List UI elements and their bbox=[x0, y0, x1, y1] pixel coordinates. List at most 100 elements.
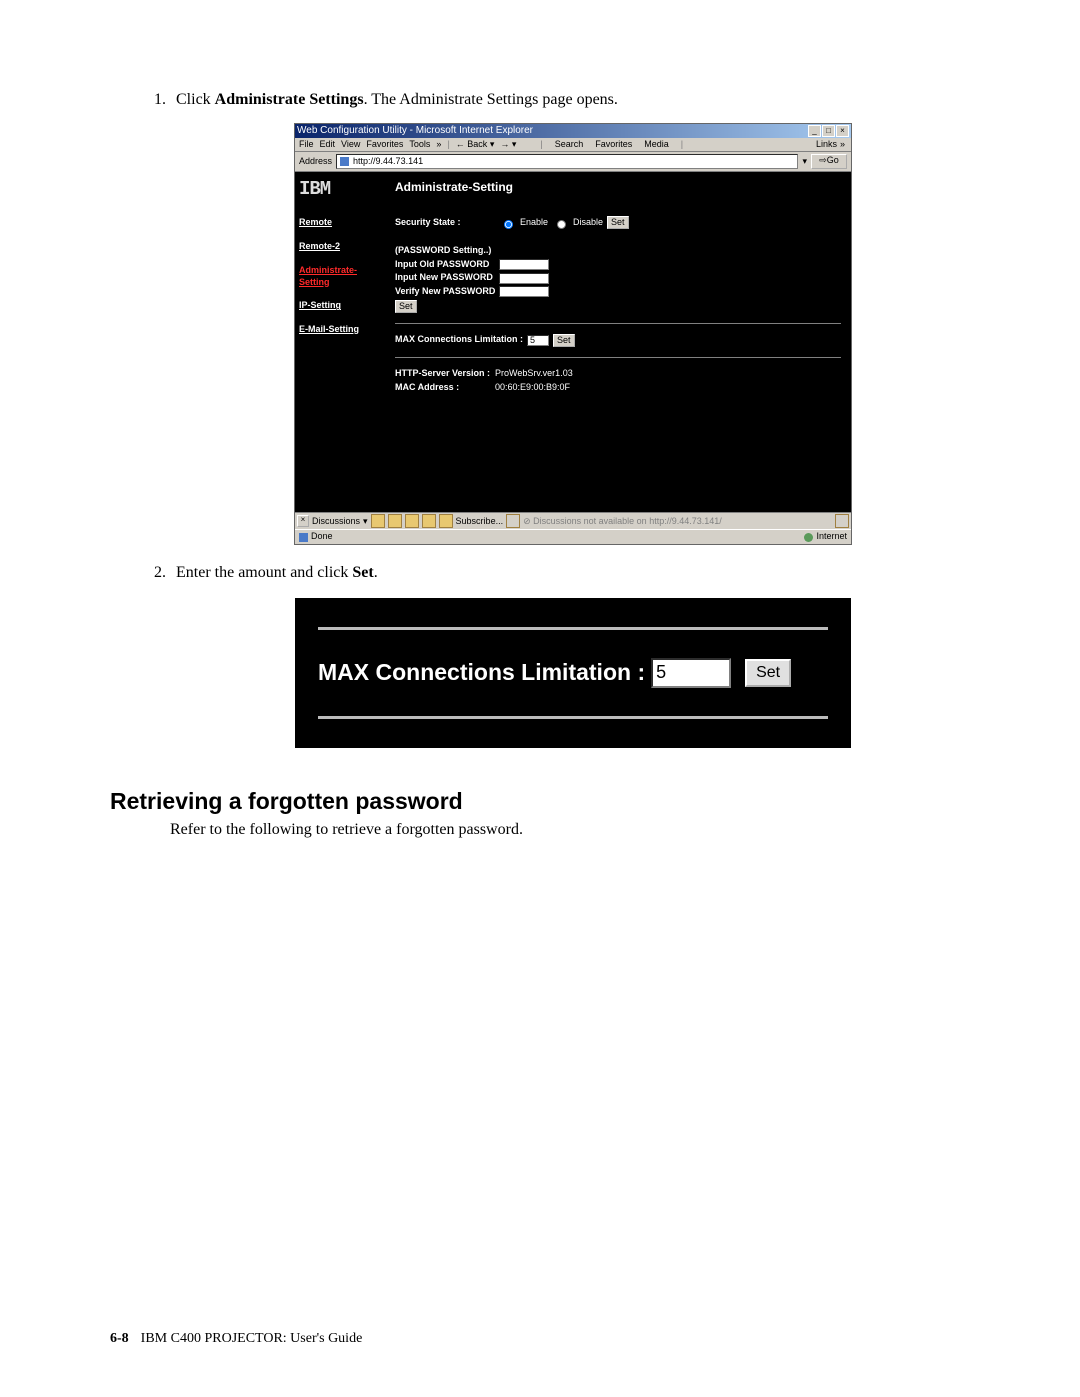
sidebar-item-ip-setting[interactable]: IP-Setting bbox=[299, 300, 381, 312]
ie-page-favicon bbox=[339, 156, 350, 167]
close-icon[interactable]: × bbox=[836, 125, 849, 137]
step-2-prefix: Enter the amount and click bbox=[176, 564, 352, 581]
footer-title: IBM C400 PROJECTOR: User's Guide bbox=[141, 1331, 363, 1346]
zoom-screenshot: MAX Connections Limitation : Set bbox=[295, 598, 851, 748]
address-label: Address bbox=[299, 156, 332, 168]
toolbar-media-label[interactable]: Media bbox=[644, 139, 669, 151]
zoom-max-conn-label: MAX Connections Limitation : bbox=[318, 658, 645, 688]
divider-1 bbox=[395, 323, 841, 324]
ie-addressbar: Address http://9.44.73.141 ▾ ⇨Go bbox=[295, 152, 851, 172]
section-body: Refer to the following to retrieve a for… bbox=[170, 821, 970, 839]
mac-address-value: 00:60:E9:00:B9:0F bbox=[495, 382, 570, 394]
toolbar-favorites-label[interactable]: Favorites bbox=[595, 139, 632, 151]
step-1-bold: Administrate Settings bbox=[215, 91, 364, 108]
step-1: Click Administrate Settings. The Adminis… bbox=[170, 90, 970, 545]
menu-view[interactable]: View bbox=[341, 139, 360, 151]
discussions-icon-3[interactable] bbox=[405, 514, 419, 528]
toolbar-forward-icon[interactable]: → ▾ bbox=[500, 139, 516, 151]
discussions-bar: × Discussions▾ Subscribe... ⊘ Discussion… bbox=[295, 512, 851, 529]
new-password-label: Input New PASSWORD bbox=[395, 272, 495, 284]
new-password-input[interactable] bbox=[499, 273, 549, 284]
menu-favorites[interactable]: Favorites bbox=[366, 139, 403, 151]
discussions-label[interactable]: Discussions bbox=[312, 516, 360, 528]
max-conn-label: MAX Connections Limitation : bbox=[395, 334, 523, 346]
address-dropdown-icon[interactable]: ▾ bbox=[802, 156, 807, 168]
sidebar-item-remote-2[interactable]: Remote-2 bbox=[299, 241, 381, 253]
ie-menubar: File Edit View Favorites Tools » | ← Bac… bbox=[295, 138, 851, 153]
zoom-max-conn-input[interactable] bbox=[651, 658, 731, 688]
toolbar-links[interactable]: Links » bbox=[816, 139, 848, 151]
discussions-right-icon[interactable] bbox=[835, 514, 849, 528]
status-zone-icon bbox=[804, 533, 813, 542]
toolbar-back-label[interactable]: ← Back ▾ bbox=[456, 139, 495, 151]
http-version-row: HTTP-Server Version : ProWebSrv.ver1.03 bbox=[395, 368, 841, 380]
discussions-icon-1[interactable] bbox=[371, 514, 385, 528]
config-main: Administrate-Setting Security State : En… bbox=[385, 172, 851, 512]
sidebar-item-administrate-setting[interactable]: Administrate-Setting bbox=[299, 265, 381, 288]
ie-statusbar: Done Internet bbox=[295, 529, 851, 544]
discussions-close-icon[interactable]: × bbox=[297, 515, 309, 527]
security-state-label: Security State : bbox=[395, 217, 495, 229]
go-button[interactable]: ⇨Go bbox=[811, 154, 847, 169]
mac-address-row: MAC Address : 00:60:E9:00:B9:0F bbox=[395, 382, 841, 394]
security-disable-radio[interactable] bbox=[557, 220, 566, 229]
page-number: 6-8 bbox=[110, 1331, 129, 1346]
discussions-icon-6[interactable] bbox=[506, 514, 520, 528]
sidebar-item-email-setting[interactable]: E-Mail-Setting bbox=[299, 324, 381, 336]
status-done: Done bbox=[311, 531, 333, 543]
max-conn-input[interactable] bbox=[527, 335, 549, 346]
status-page-icon bbox=[299, 533, 308, 542]
zoom-divider-bottom bbox=[318, 716, 828, 719]
menu-file[interactable]: File bbox=[299, 139, 314, 151]
http-version-value: ProWebSrv.ver1.03 bbox=[495, 368, 573, 380]
verify-password-input[interactable] bbox=[499, 286, 549, 297]
ie-titlebar: Web Configuration Utility - Microsoft In… bbox=[295, 124, 851, 138]
step-2: Enter the amount and click Set. MAX Conn… bbox=[170, 563, 970, 748]
security-enable-text: Enable bbox=[520, 217, 548, 229]
password-set-button[interactable]: Set bbox=[395, 300, 417, 313]
menu-tools[interactable]: Tools bbox=[409, 139, 430, 151]
password-section-label: (PASSWORD Setting..) bbox=[395, 245, 841, 257]
security-enable-radio[interactable] bbox=[504, 220, 513, 229]
discussions-icon-5[interactable] bbox=[439, 514, 453, 528]
step-1-suffix: . The Administrate Settings page opens. bbox=[364, 91, 618, 108]
security-set-button[interactable]: Set bbox=[607, 216, 629, 229]
ie-content-area: IBM Remote Remote-2 Administrate-Setting… bbox=[295, 172, 851, 512]
verify-password-label: Verify New PASSWORD bbox=[395, 286, 495, 298]
menu-edit[interactable]: Edit bbox=[320, 139, 336, 151]
page-title: Administrate-Setting bbox=[395, 180, 841, 196]
section-heading: Retrieving a forgotten password bbox=[110, 788, 970, 815]
maximize-icon[interactable]: □ bbox=[822, 125, 835, 137]
window-buttons: _□× bbox=[807, 124, 849, 138]
ibm-logo: IBM bbox=[299, 180, 381, 199]
zoom-set-button[interactable]: Set bbox=[745, 659, 791, 687]
toolbar-search-label[interactable]: Search bbox=[555, 139, 584, 151]
discussions-not-available: ⊘ Discussions not available on http://9.… bbox=[523, 516, 722, 528]
old-password-label: Input Old PASSWORD bbox=[395, 259, 495, 271]
ie-window: Web Configuration Utility - Microsoft In… bbox=[294, 123, 852, 545]
divider-2 bbox=[395, 357, 841, 358]
discussions-icon-4[interactable] bbox=[422, 514, 436, 528]
step-2-suffix: . bbox=[374, 564, 378, 581]
old-password-input[interactable] bbox=[499, 259, 549, 270]
max-conn-row: MAX Connections Limitation : Set bbox=[395, 334, 841, 347]
config-sidebar: IBM Remote Remote-2 Administrate-Setting… bbox=[295, 172, 385, 512]
page-footer: 6-8 IBM C400 PROJECTOR: User's Guide bbox=[110, 1331, 362, 1347]
menu-help-chevron[interactable]: » bbox=[436, 139, 441, 151]
max-conn-set-button[interactable]: Set bbox=[553, 334, 575, 347]
instruction-list: Click Administrate Settings. The Adminis… bbox=[170, 90, 970, 748]
step-1-prefix: Click bbox=[176, 91, 215, 108]
ie-window-title: Web Configuration Utility - Microsoft In… bbox=[297, 124, 533, 138]
sidebar-item-remote[interactable]: Remote bbox=[299, 217, 381, 229]
discussions-icon-2[interactable] bbox=[388, 514, 402, 528]
discussions-subscribe[interactable]: Subscribe... bbox=[456, 516, 504, 528]
step-2-bold: Set bbox=[352, 564, 373, 581]
address-value: http://9.44.73.141 bbox=[353, 155, 423, 168]
security-state-row: Security State : Enable Disable Set bbox=[395, 216, 841, 229]
address-input[interactable]: http://9.44.73.141 bbox=[336, 154, 798, 169]
http-version-label: HTTP-Server Version : bbox=[395, 368, 495, 380]
mac-address-label: MAC Address : bbox=[395, 382, 495, 394]
status-zone: Internet bbox=[816, 531, 847, 543]
security-disable-text: Disable bbox=[573, 217, 603, 229]
minimize-icon[interactable]: _ bbox=[808, 125, 821, 137]
